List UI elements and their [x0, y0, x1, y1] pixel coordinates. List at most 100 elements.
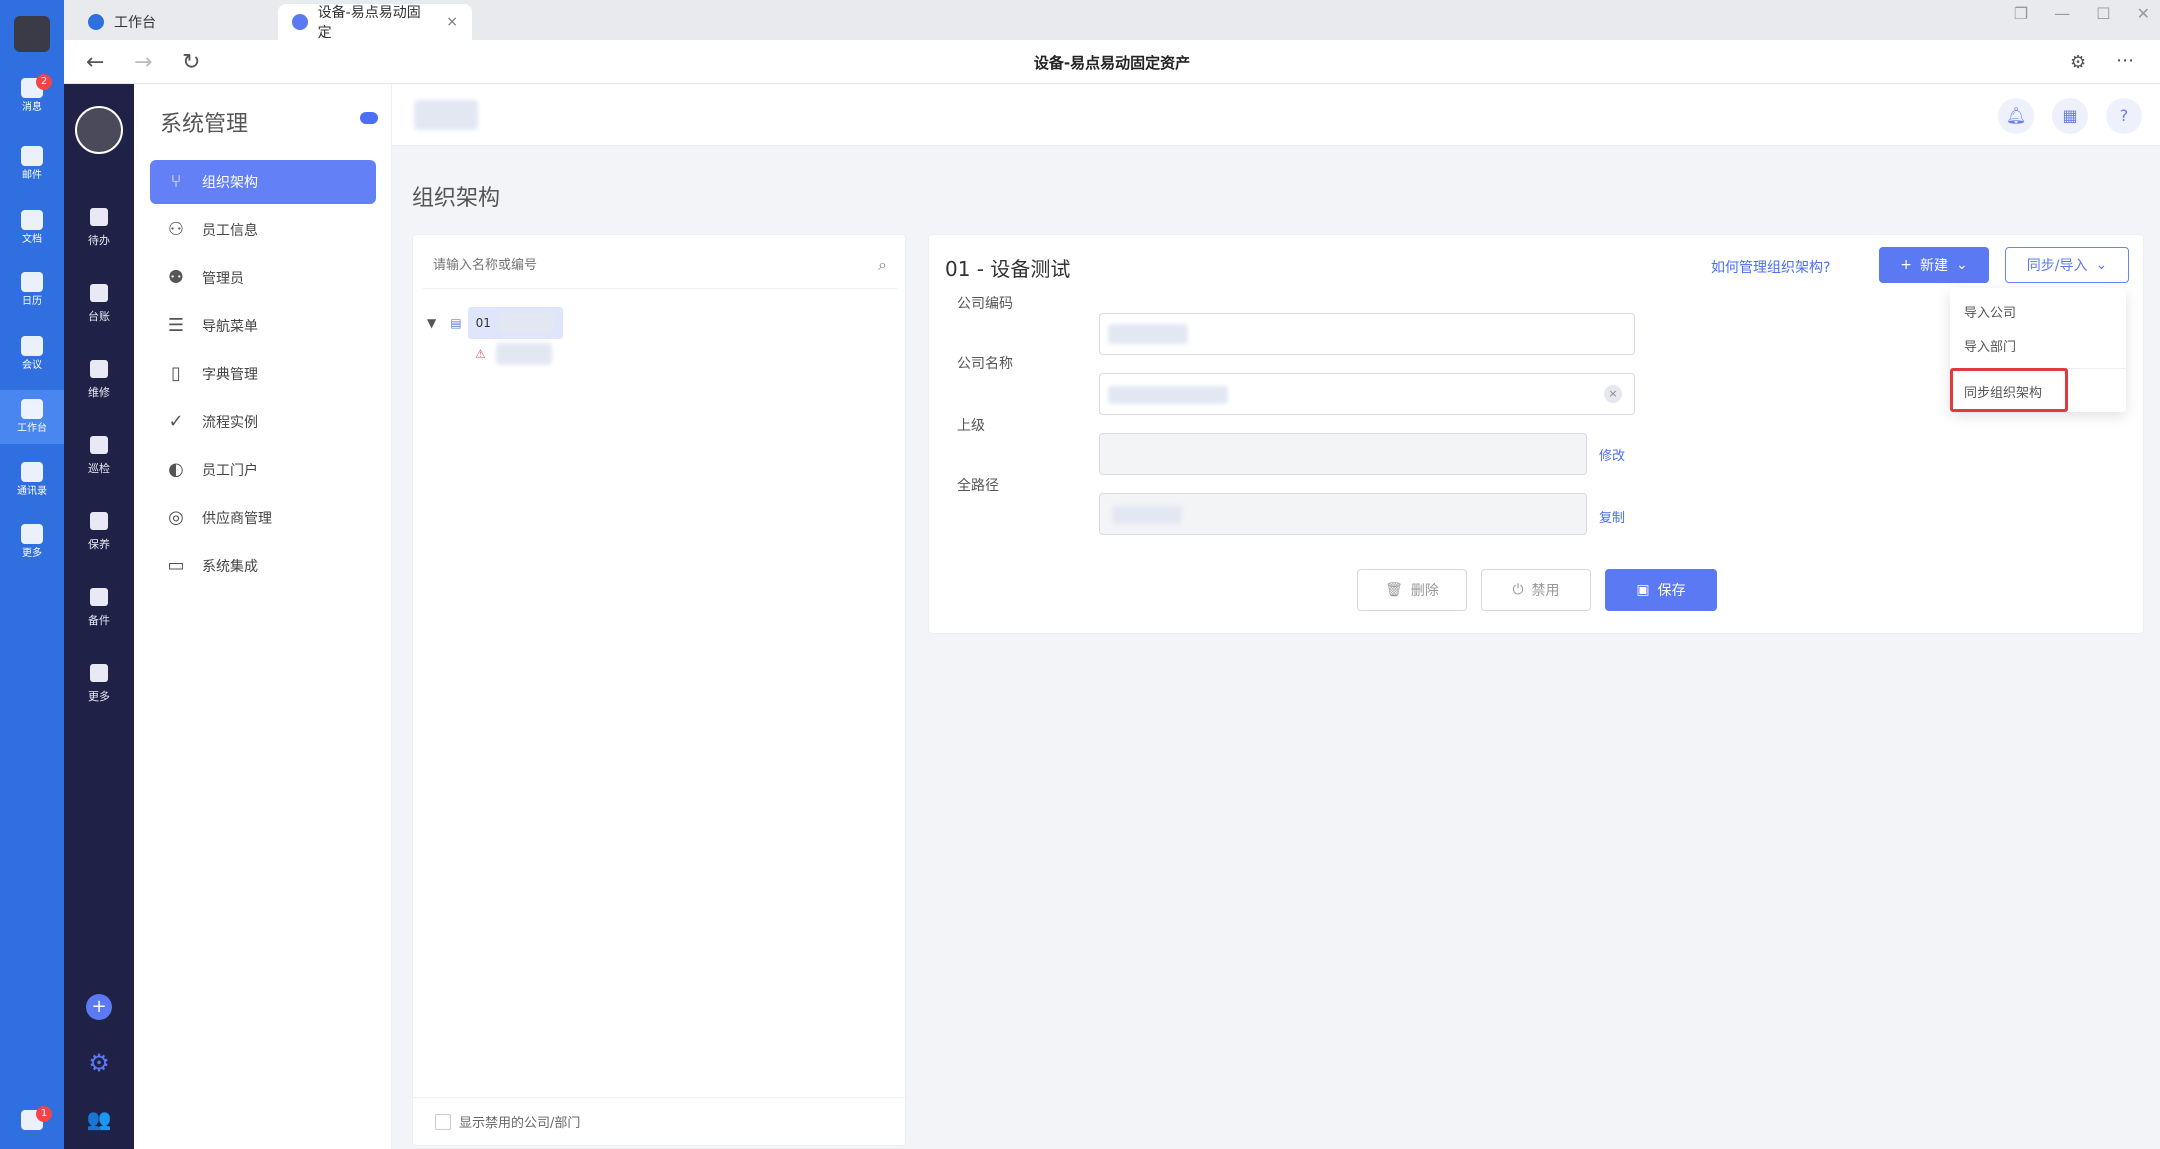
tree-node-child[interactable]: ⚠: [475, 343, 552, 365]
bell-icon[interactable]: 🔔︎: [1998, 98, 2034, 134]
module-item-more[interactable]: 更多: [64, 664, 134, 704]
module-item-todo[interactable]: 待办: [64, 208, 134, 248]
rail-item-messages[interactable]: 2 消息: [0, 74, 64, 114]
maintenance-icon: [90, 512, 108, 530]
tree-node-root[interactable]: ▼ ▤ 01: [427, 307, 563, 339]
field-label-company-code: 公司编码: [957, 296, 1013, 312]
breadcrumb: [414, 100, 478, 130]
monitor-icon: ▭: [167, 555, 185, 576]
save-button[interactable]: ▣ 保存: [1605, 569, 1717, 611]
search-icon[interactable]: ⌕: [878, 255, 887, 275]
company-icon: ▤: [450, 316, 462, 330]
department-icon: ⚠: [475, 347, 486, 361]
disable-button[interactable]: ⏻ 禁用: [1481, 569, 1591, 611]
redacted-name: [498, 313, 555, 333]
sidebar-item-dictionary[interactable]: ▯ 字典管理: [150, 352, 376, 396]
clipboard-icon: [90, 208, 108, 226]
sidebar-item-nav-menu[interactable]: ☰ 导航菜单: [150, 304, 376, 348]
tab-device[interactable]: 设备-易点易动固定 ×: [278, 4, 472, 41]
toggle-icon: ◐: [168, 459, 184, 480]
tree-node-label[interactable]: 01: [467, 307, 563, 339]
rail-item-meeting[interactable]: 会议: [0, 336, 64, 372]
search-input[interactable]: [423, 245, 843, 285]
sidebar-item-portal[interactable]: ◐ 员工门户: [150, 448, 376, 492]
detail-title: 01 - 设备测试: [945, 257, 1071, 281]
company-code-input[interactable]: [1099, 313, 1635, 355]
menu-item-import-department[interactable]: 导入部门: [1964, 336, 2016, 355]
tree-footer: 显示禁用的公司/部门: [413, 1097, 907, 1145]
redacted-value: [1108, 386, 1228, 404]
restore-icon[interactable]: ❐: [2014, 4, 2028, 23]
sync-import-button[interactable]: 同步/导入 ⌄: [2005, 247, 2129, 283]
apps-grid-icon[interactable]: ▦: [2052, 98, 2088, 134]
globe-icon: ◎: [168, 507, 184, 528]
add-icon[interactable]: +: [86, 994, 112, 1020]
page-title: 组织架构: [412, 186, 501, 211]
sidebar-item-employees[interactable]: ⚇ 员工信息: [150, 208, 376, 252]
user-group-icon[interactable]: 👥: [86, 1106, 112, 1132]
collapse-toggle[interactable]: [360, 112, 378, 124]
rail-item-contacts[interactable]: 通讯录: [0, 462, 64, 498]
page-window-title: 设备-易点易动固定资产: [1033, 54, 1191, 72]
user-avatar[interactable]: [0, 12, 64, 56]
nav-title: 系统管理: [160, 112, 249, 137]
more-icon[interactable]: ⋯: [2116, 50, 2134, 71]
sidebar-item-integration[interactable]: ▭ 系统集成: [150, 544, 376, 588]
redacted-value: [1112, 506, 1182, 524]
user-add-icon: ⚇: [167, 219, 185, 240]
rail-item-more[interactable]: 更多: [0, 524, 64, 560]
tab-workbench[interactable]: 工作台: [74, 4, 274, 40]
rail-item-mail[interactable]: 邮件: [0, 146, 64, 182]
sidebar-item-admins[interactable]: ⚉ 管理员: [150, 256, 376, 300]
field-label-parent: 上级: [957, 418, 985, 434]
module-item-maintenance[interactable]: 保养: [64, 512, 134, 552]
module-item-inspection[interactable]: 巡检: [64, 436, 134, 476]
repair-icon: [90, 360, 108, 378]
avatar[interactable]: [75, 106, 123, 154]
meeting-icon: [21, 336, 43, 356]
settings-icon[interactable]: ⚙: [2070, 52, 2086, 73]
company-name-input[interactable]: ×: [1099, 373, 1635, 415]
sidebar-item-process[interactable]: ✓ 流程实例: [150, 400, 376, 444]
redacted-name: [495, 343, 552, 365]
maximize-icon[interactable]: ☐: [2096, 4, 2110, 23]
redacted-value: [1108, 324, 1188, 344]
help-link[interactable]: 如何管理组织架构?: [1711, 257, 1830, 277]
org-tree-icon: [21, 462, 43, 482]
mail-icon: [21, 146, 43, 166]
sidebar-item-org[interactable]: ⑂ 组织架构: [150, 160, 376, 204]
close-window-icon[interactable]: ✕: [2137, 4, 2150, 23]
content-header: 🔔︎ ▦ ?: [392, 84, 2160, 146]
copy-link[interactable]: 复制: [1599, 507, 1625, 526]
modify-link[interactable]: 修改: [1599, 445, 1625, 464]
org-tree-panel: ⌕ ▼ ▤ 01 ⚠ 显示禁用的公司/部门: [412, 234, 907, 1146]
box-icon: [90, 588, 108, 606]
chevron-down-icon: ⌄: [2095, 257, 2108, 273]
clear-icon[interactable]: ×: [1604, 385, 1622, 403]
parent-input: [1099, 433, 1587, 475]
module-item-repair[interactable]: 维修: [64, 360, 134, 400]
delete-button[interactable]: 🗑︎ 删除: [1357, 569, 1467, 611]
grid-icon: [21, 399, 43, 419]
menu-item-import-company[interactable]: 导入公司: [1964, 302, 2016, 321]
close-icon[interactable]: ×: [446, 14, 458, 30]
app-rail: 2 消息 邮件 文档 日历 会议 工作台 通讯录 更多 1: [0, 0, 64, 1149]
sidebar-item-suppliers[interactable]: ◎ 供应商管理: [150, 496, 376, 540]
browser-tabbar: 工作台 设备-易点易动固定 × ❐ — ☐ ✕: [64, 0, 2160, 41]
rail-notification[interactable]: 1: [0, 1106, 64, 1130]
system-nav: 系统管理 ⑂ 组织架构 ⚇ 员工信息 ⚉ 管理员 ☰ 导航菜单 ▯ 字典管理 ✓ 流程实例 …: [134, 84, 392, 1149]
rail-item-calendar[interactable]: 日历: [0, 272, 64, 308]
rail-item-docs[interactable]: 文档: [0, 210, 64, 246]
help-icon[interactable]: ?: [2106, 98, 2142, 134]
new-button[interactable]: + 新建 ⌄: [1879, 247, 1989, 283]
module-item-spare-parts[interactable]: 备件: [64, 588, 134, 628]
rail-item-workbench[interactable]: 工作台: [0, 390, 64, 444]
field-label-company-name: 公司名称: [957, 356, 1013, 372]
show-disabled-checkbox[interactable]: [435, 1113, 451, 1130]
full-path-input: [1099, 493, 1587, 535]
caret-down-icon[interactable]: ▼: [427, 316, 436, 330]
minimize-icon[interactable]: —: [2054, 4, 2070, 23]
field-label-full-path: 全路径: [957, 478, 999, 494]
module-item-ledger[interactable]: 台账: [64, 284, 134, 324]
gear-icon[interactable]: ⚙: [86, 1050, 112, 1076]
